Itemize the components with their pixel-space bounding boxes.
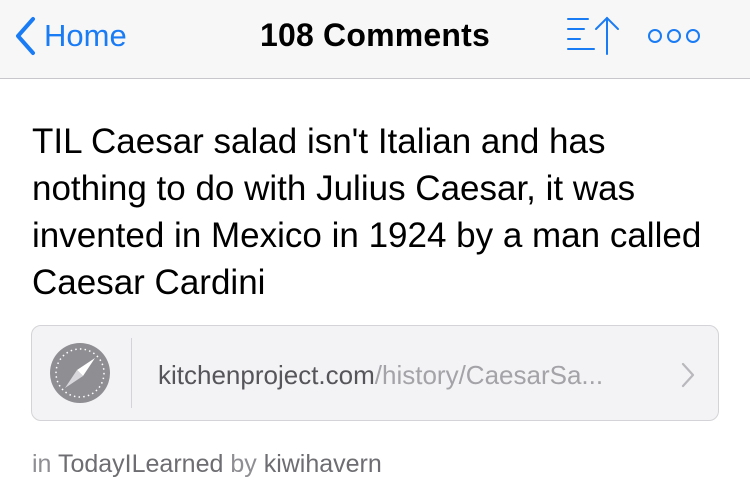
in-label: in <box>32 450 52 478</box>
more-icon <box>646 29 702 52</box>
card-divider <box>131 338 132 408</box>
sort-button[interactable] <box>566 14 626 58</box>
post-title: TIL Caesar salad isn't Italian and has n… <box>32 122 702 302</box>
chevron-right-icon <box>680 362 696 393</box>
sort-icon <box>566 16 626 62</box>
link-url: kitchenproject.com/history/CaesarSa... <box>158 360 603 391</box>
link-path: /history/CaesarSa... <box>374 360 604 390</box>
author-link[interactable]: kiwihavern <box>264 450 382 478</box>
link-domain: kitchenproject.com <box>158 360 375 390</box>
navigation-bar: Home 108 Comments <box>0 0 750 79</box>
more-button[interactable] <box>646 24 702 48</box>
by-label: by <box>230 450 257 478</box>
page-title: 108 Comments <box>259 17 491 53</box>
post-meta: in TodayILearned by kiwihavern <box>32 450 382 479</box>
link-preview-card[interactable]: kitchenproject.com/history/CaesarSa... <box>31 325 719 421</box>
compass-icon <box>50 343 110 408</box>
subreddit-link[interactable]: TodayILearned <box>58 450 223 478</box>
